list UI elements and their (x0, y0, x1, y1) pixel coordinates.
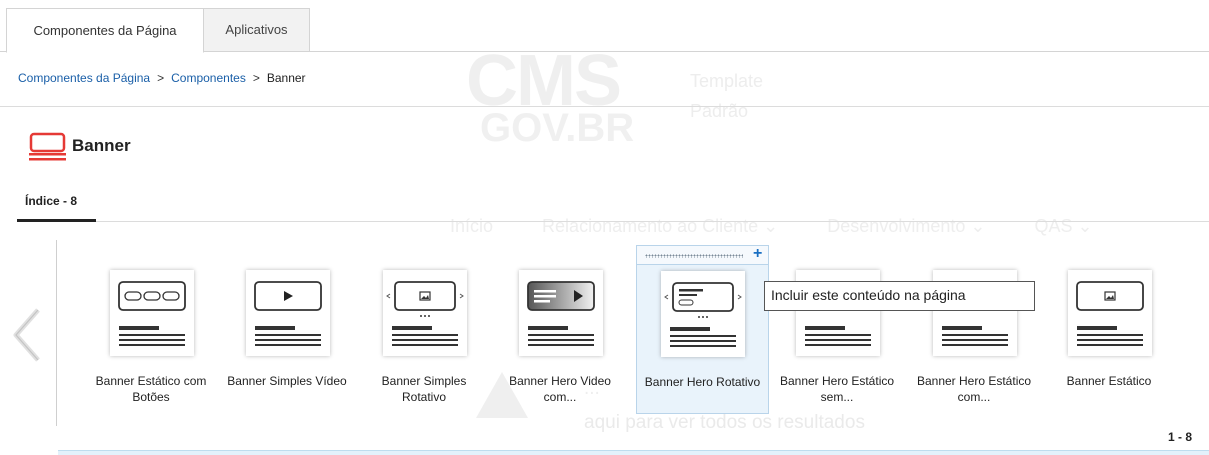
tab-applications[interactable]: Aplicativos (204, 8, 310, 52)
component-card-selected[interactable]: Banner Hero Rotativo (636, 264, 769, 414)
card-label: Banner Estático (1066, 374, 1152, 388)
banner-static-thumb (1068, 270, 1152, 356)
banner-video-thumb (246, 270, 330, 356)
component-card[interactable]: Banner Simples Rotativo (359, 258, 489, 418)
card-label: Banner Simples Vídeo (227, 374, 347, 388)
breadcrumb-current: Banner (266, 71, 306, 85)
tab-index[interactable]: Índice - 8 (25, 194, 77, 208)
template-info: Template Padrão (690, 71, 764, 121)
breadcrumb: Componentes da Página > Componentes > Banner (18, 71, 306, 85)
carousel-divider (56, 240, 57, 426)
tab-page-components[interactable]: Componentes da Página (6, 8, 204, 53)
breadcrumb-components[interactable]: Componentes (171, 71, 246, 85)
component-card[interactable]: Banner Estático (1044, 258, 1174, 418)
component-card[interactable]: Banner Simples Vídeo (222, 258, 352, 418)
banner-icon (29, 132, 66, 161)
cms-logo: CMS GOV.BR (466, 41, 635, 150)
banner-hero-rotating-thumb (661, 271, 745, 357)
card-label: Banner Estático com Botões (95, 374, 207, 404)
card-label: Banner Hero Rotativo (644, 375, 761, 389)
bottom-panel (58, 450, 1209, 455)
card-label: Banner Hero Estático sem... (779, 374, 895, 404)
component-card[interactable]: Banner Estático com Botões (86, 258, 216, 418)
chevron-left-icon[interactable] (8, 306, 52, 364)
background-menu: Início Relacionamento ao Cliente ⌄ Desen… (450, 216, 1093, 236)
grip-icon[interactable] (645, 254, 743, 258)
banner-buttons-thumb (110, 270, 194, 356)
divider (0, 106, 1209, 107)
page-title: Banner (72, 136, 131, 155)
top-tabs: Componentes da Página Aplicativos (0, 8, 1209, 53)
drag-handle[interactable]: + (636, 245, 769, 265)
banner-rotating-thumb (383, 270, 467, 356)
breadcrumb-page-components[interactable]: Componentes da Página (18, 71, 150, 85)
divider (96, 221, 1209, 222)
add-content-tooltip: Incluir este conteúdo na página (764, 281, 1035, 311)
pagination-count: 1 - 8 (1168, 430, 1193, 444)
tab-index-underline (17, 219, 96, 222)
add-icon[interactable]: + (753, 245, 762, 263)
banner-hero-video-thumb (519, 270, 603, 356)
card-label: Banner Simples Rotativo (381, 374, 467, 404)
component-card[interactable]: Banner Hero Video com... (495, 258, 625, 418)
card-label: Banner Hero Video com... (509, 374, 611, 404)
card-label: Banner Hero Estático com... (916, 374, 1032, 404)
